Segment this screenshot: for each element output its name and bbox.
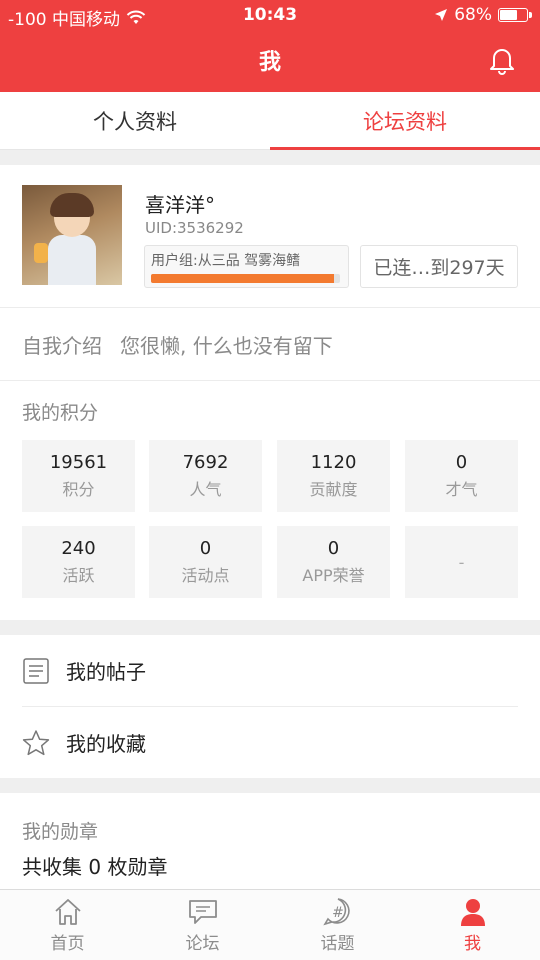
- sign-in-streak-button[interactable]: 已连…到297天: [360, 245, 518, 288]
- section-divider: [0, 150, 540, 165]
- points-section: 我的积分 19561 积分 7692 人气 1120 贡献度 0 才气 240 …: [0, 382, 540, 620]
- user-uid: UID:3536292: [145, 219, 244, 237]
- points-cell-contribution: 1120 贡献度: [277, 440, 390, 512]
- points-cell-activity: 240 活跃: [22, 526, 135, 598]
- self-intro-row[interactable]: 自我介绍 您很懒, 什么也没有留下: [0, 309, 540, 381]
- bottom-tab-bar: 首页 论坛 # 话题 我: [0, 889, 540, 960]
- my-favorites-label: 我的收藏: [66, 732, 146, 756]
- tabbar-me-label: 我: [464, 933, 481, 954]
- points-title: 我的积分: [22, 402, 99, 424]
- avatar[interactable]: [22, 185, 122, 285]
- tabbar-forum-label: 论坛: [185, 933, 220, 954]
- profile-tabs: 个人资料 论坛资料: [0, 92, 540, 150]
- section-divider: [0, 778, 540, 793]
- menu-list: 我的帖子 我的收藏: [0, 635, 540, 778]
- group-progress-bar: [151, 274, 340, 283]
- tab-personal-info[interactable]: 个人资料: [0, 92, 270, 149]
- tabbar-topic[interactable]: # 话题: [270, 890, 405, 960]
- tab-forum-info[interactable]: 论坛资料: [270, 92, 540, 150]
- group-progress-fill: [151, 274, 335, 283]
- top-bar: -100 中国移动 10:43 68% 我: [0, 0, 540, 92]
- tabbar-forum[interactable]: 论坛: [135, 890, 270, 960]
- medals-title: 我的勋章: [22, 821, 99, 843]
- status-bar: -100 中国移动 10:43 68%: [0, 0, 540, 30]
- my-posts-label: 我的帖子: [66, 660, 146, 684]
- document-icon: [23, 657, 49, 684]
- page-title: 我: [258, 50, 281, 75]
- profile-card: 喜洋洋° UID:3536292 用户组:从三品 驾雾海鳍 已连…到297天: [0, 165, 540, 308]
- medals-section[interactable]: 我的勋章 共收集 0 枚勋章: [0, 793, 540, 889]
- battery-percent: 68%: [454, 5, 492, 25]
- tabbar-me[interactable]: 我: [405, 890, 540, 960]
- user-group-text: 用户组:从三品 驾雾海鳍: [151, 253, 301, 269]
- tabbar-home[interactable]: 首页: [0, 890, 135, 960]
- points-cell-event-points: 0 活动点: [149, 526, 262, 598]
- points-cell-score: 19561 积分: [22, 440, 135, 512]
- my-favorites-item[interactable]: 我的收藏: [0, 707, 540, 778]
- points-cell-popularity: 7692 人气: [149, 440, 262, 512]
- points-cell-empty: -: [405, 526, 518, 598]
- points-cell-app-honor: 0 APP荣誉: [277, 526, 390, 598]
- user-icon: [460, 898, 485, 926]
- self-intro-label: 自我介绍: [22, 334, 102, 358]
- user-group-badge[interactable]: 用户组:从三品 驾雾海鳍: [144, 245, 349, 288]
- location-arrow-icon: [435, 9, 448, 21]
- battery-icon: [498, 8, 532, 22]
- star-icon: [22, 729, 50, 755]
- topic-icon: #: [322, 897, 350, 925]
- battery-fill: [500, 10, 518, 20]
- forum-icon: [188, 899, 217, 924]
- svg-text:#: #: [332, 905, 344, 921]
- user-name: 喜洋洋°: [145, 193, 215, 217]
- section-divider: [0, 620, 540, 635]
- my-posts-item[interactable]: 我的帖子: [0, 635, 540, 706]
- points-cell-talent: 0 才气: [405, 440, 518, 512]
- tabbar-topic-label: 话题: [320, 933, 355, 954]
- self-intro-text: 您很懒, 什么也没有留下: [120, 334, 333, 358]
- tabbar-home-label: 首页: [50, 933, 85, 954]
- status-right: 68%: [434, 5, 532, 25]
- medals-count: 共收集 0 枚勋章: [22, 855, 168, 879]
- home-icon: [54, 898, 81, 925]
- bell-icon[interactable]: [486, 44, 518, 76]
